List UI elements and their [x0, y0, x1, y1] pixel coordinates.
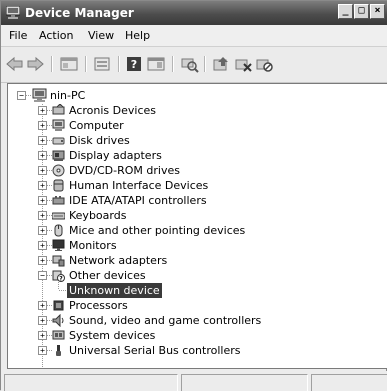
menu-file[interactable]: File [9, 29, 27, 42]
collapse-root-toggle[interactable]: − [17, 91, 26, 100]
toolbar-separator [51, 56, 53, 72]
expand-toggle[interactable]: + [38, 346, 47, 355]
expand-toggle[interactable]: + [38, 121, 47, 130]
expand-toggle[interactable]: + [38, 226, 47, 235]
expand-toggle[interactable]: + [38, 106, 47, 115]
tree-device-label: Unknown device [67, 283, 162, 298]
status-panel [4, 374, 178, 391]
toolbar: ? [1, 47, 387, 83]
mouse-icon [54, 224, 63, 237]
maximize-button[interactable]: □ [354, 4, 369, 19]
expand-toggle[interactable]: + [38, 241, 47, 250]
title-bar[interactable]: Device Manager _ □ × [1, 1, 387, 25]
tree-category-label: System devices [69, 329, 156, 342]
toolbar-separator [172, 56, 174, 72]
properties-icon[interactable] [92, 55, 112, 73]
expand-toggle[interactable]: + [38, 181, 47, 190]
back-icon[interactable] [5, 55, 25, 73]
toolbar-separator [204, 56, 206, 72]
minimize-button[interactable]: _ [338, 4, 353, 19]
expand-toggle[interactable]: + [38, 211, 47, 220]
tree-category-label: Display adapters [69, 149, 162, 162]
update-driver-icon[interactable] [211, 55, 231, 73]
toolbar-separator [85, 56, 87, 72]
computer-root-icon [32, 88, 47, 102]
system-devices-icon [52, 330, 65, 340]
tree-root-label: nin-PC [50, 89, 86, 102]
close-button[interactable]: × [370, 4, 385, 19]
ide-controller-icon [52, 196, 65, 205]
device-manager-window: Device Manager _ □ × File Action View He… [0, 0, 387, 391]
expand-toggle[interactable]: + [38, 166, 47, 175]
dvd-drive-icon [52, 164, 65, 177]
tree-category-label: Sound, video and game controllers [69, 314, 262, 327]
tree-category-label: IDE ATA/ATAPI controllers [69, 194, 207, 207]
window-controls: _ □ × [338, 4, 385, 19]
computer-icon [52, 119, 65, 131]
expand-toggle[interactable]: − [38, 271, 47, 280]
display-adapter-icon [52, 150, 65, 161]
tree-category-label: Network adapters [69, 254, 168, 267]
disable-icon[interactable] [254, 55, 274, 73]
tree-category-label: Universal Serial Bus controllers [69, 344, 241, 357]
tree-category-label: Computer [69, 119, 124, 132]
svg-text:?: ? [131, 58, 137, 71]
menu-action[interactable]: Action [39, 29, 73, 42]
tree-category-label: Disk drives [69, 134, 130, 147]
usb-icon [56, 345, 61, 356]
acronis-icon [52, 104, 65, 115]
expand-toggle[interactable]: + [38, 331, 47, 340]
tree-category-label: Acronis Devices [69, 104, 156, 117]
keyboard-icon [52, 212, 65, 220]
status-panel [181, 374, 308, 391]
network-adapter-icon [52, 255, 65, 267]
hid-icon [53, 179, 64, 192]
expand-toggle[interactable]: + [38, 151, 47, 160]
device-manager-icon [6, 6, 20, 19]
svg-text:?: ? [59, 276, 63, 283]
status-panel [311, 374, 387, 391]
menu-view[interactable]: View [88, 29, 114, 42]
sound-icon [52, 314, 64, 327]
status-bar [1, 371, 387, 391]
toolbar-separator [118, 56, 120, 72]
tree-category-label: Monitors [69, 239, 117, 252]
expand-toggle[interactable]: + [38, 316, 47, 325]
menu-bar: File Action View Help [1, 25, 387, 47]
menu-help[interactable]: Help [125, 29, 150, 42]
tree-category-label: DVD/CD-ROM drives [69, 164, 180, 177]
disk-drive-icon [52, 137, 65, 145]
tree-category-label: Mice and other pointing devices [69, 224, 246, 237]
tree-category-label: Other devices [69, 269, 146, 282]
tree-category-label: Processors [69, 299, 128, 312]
window-title: Device Manager [25, 6, 134, 20]
processor-icon [53, 300, 64, 311]
device-tree[interactable]: − nin-PC + Acronis Devices + Computer + Disk … [7, 83, 387, 369]
expand-toggle[interactable]: + [38, 196, 47, 205]
action-pane-icon[interactable] [146, 55, 166, 73]
help-icon[interactable]: ? [124, 55, 144, 73]
tree-connector [58, 282, 59, 290]
expand-toggle[interactable]: + [38, 301, 47, 310]
uninstall-icon[interactable] [233, 55, 253, 73]
tree-category-label: Human Interface Devices [69, 179, 209, 192]
forward-icon[interactable] [25, 55, 45, 73]
other-devices-icon: ? [52, 270, 65, 283]
tree-category-label: Keyboards [69, 209, 127, 222]
show-hide-console-tree-icon[interactable] [59, 55, 79, 73]
scan-hardware-icon[interactable] [179, 55, 199, 73]
expand-toggle[interactable]: + [38, 256, 47, 265]
expand-toggle[interactable]: + [38, 136, 47, 145]
monitor-icon [52, 239, 65, 251]
